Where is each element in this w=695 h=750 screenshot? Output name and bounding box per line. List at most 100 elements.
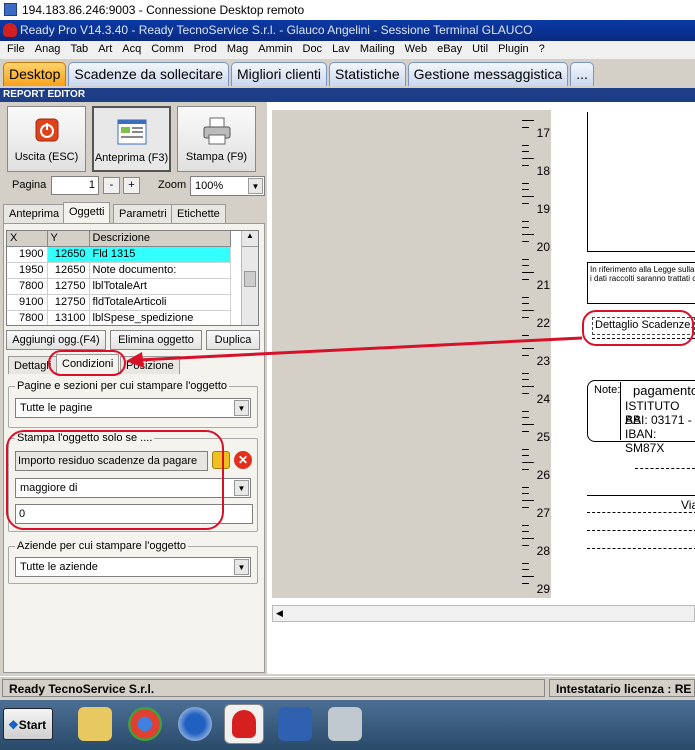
col-descrizione[interactable]: Descrizione — [89, 231, 231, 247]
cell-x: 9100 — [7, 294, 48, 311]
menu-prod[interactable]: Prod — [189, 41, 222, 59]
menu-mag[interactable]: Mag — [222, 41, 253, 59]
tab-messaggistica[interactable]: Gestione messaggistica — [407, 62, 569, 86]
arrow-left-icon[interactable]: ◀ — [276, 608, 283, 619]
page-input[interactable]: 1 — [51, 176, 99, 195]
remote-desktop-icon — [4, 3, 17, 16]
table-row[interactable]: 1900 12650 Fld 1315 — [7, 246, 231, 263]
preview-button[interactable]: Anteprima (F3) — [92, 106, 171, 172]
print-button[interactable]: Stampa (F9) — [177, 106, 256, 172]
scroll-thumb[interactable] — [244, 271, 256, 287]
menu-mailing[interactable]: Mailing — [355, 41, 400, 59]
menu-ebay[interactable]: eBay — [432, 41, 467, 59]
divider — [587, 495, 695, 496]
chevron-down-icon[interactable]: ▼ — [234, 559, 249, 575]
chevron-down-icon[interactable]: ▼ — [234, 480, 249, 496]
col-x[interactable]: X — [7, 231, 48, 247]
status-license: Intestatario licenza : RE — [549, 679, 695, 697]
divider — [587, 530, 695, 531]
table-row[interactable]: 1950 12650 Note documento: — [7, 262, 231, 279]
grid-scrollbar[interactable]: ▲ — [241, 231, 258, 325]
power-icon — [32, 117, 62, 145]
ruler-label: 19 — [536, 202, 550, 216]
add-object-button[interactable]: Aggiungi ogg.(F4) — [6, 330, 106, 350]
ruler-label: 22 — [536, 316, 550, 330]
thunderbird-icon[interactable] — [178, 707, 212, 741]
companies-select[interactable]: Tutte le aziende ▼ — [15, 557, 251, 577]
menu-ammin[interactable]: Ammin — [253, 41, 297, 59]
remote-desktop-taskbar-icon[interactable] — [278, 707, 312, 741]
pages-value: Tutte le pagine — [20, 402, 93, 414]
app-titlebar: Ready Pro V14.3.40 - Ready TecnoService … — [0, 20, 695, 41]
tab-desktop[interactable]: Desktop — [3, 62, 67, 86]
arrow-up-icon[interactable]: ▲ — [242, 231, 258, 247]
privacy-textbox[interactable]: In riferimento alla Legge sulla privacy … — [587, 262, 695, 304]
menu-acq[interactable]: Acq — [117, 41, 146, 59]
ready-pro-icon[interactable] — [224, 704, 264, 744]
page-next-button[interactable]: + — [123, 177, 140, 194]
chevron-down-icon[interactable]: ▼ — [234, 400, 249, 416]
ruler-label: 20 — [536, 240, 550, 254]
chrome-icon[interactable] — [128, 707, 162, 741]
menu-comm[interactable]: Comm — [146, 41, 188, 59]
tab-scadenze[interactable]: Scadenze da sollecitare — [68, 62, 230, 86]
ruler-label: 18 — [536, 164, 550, 178]
cell-desc: lblSpese_spedizione — [89, 310, 231, 325]
menu-doc[interactable]: Doc — [298, 41, 328, 59]
menu-help[interactable]: ? — [534, 41, 550, 59]
start-label: Start — [18, 718, 47, 732]
cell-y: 12750 — [47, 294, 90, 311]
explorer-icon[interactable] — [78, 707, 112, 741]
tab-migliori-clienti[interactable]: Migliori clienti — [231, 62, 328, 86]
privacy-line-2: i dati raccolti saranno trattati con pro… — [590, 274, 695, 283]
network-icon[interactable] — [328, 707, 362, 741]
ruler-label: 28 — [536, 544, 550, 558]
tab-etichette[interactable]: Etichette — [171, 204, 226, 224]
strawberry-icon — [3, 23, 17, 37]
exit-button[interactable]: Uscita (ESC) — [7, 106, 86, 172]
page-prev-button[interactable]: - — [103, 177, 120, 194]
menu-tab[interactable]: Tab — [65, 41, 93, 59]
tab-statistiche[interactable]: Statistiche — [329, 62, 406, 86]
tab-parametri[interactable]: Parametri — [113, 204, 173, 224]
report-editor-header: REPORT EDITOR — [0, 88, 695, 102]
objects-grid[interactable]: X Y Descrizione 1900 12650 Fld 1315 1950 1265… — [6, 230, 259, 326]
menu-anag[interactable]: Anag — [30, 41, 66, 59]
table-row[interactable]: 7800 12750 lblTotaleArt — [7, 278, 231, 295]
printer-icon — [202, 117, 232, 145]
cell-desc: lblTotaleArt — [89, 278, 231, 295]
cell-desc: fldTotaleArticoli — [89, 294, 231, 311]
cell-x: 7800 — [7, 310, 48, 325]
col-y[interactable]: Y — [47, 231, 90, 247]
menu-lav[interactable]: Lav — [327, 41, 355, 59]
menu-file[interactable]: File — [2, 41, 30, 59]
tab-more[interactable]: ... — [570, 62, 594, 86]
horizontal-scrollbar[interactable]: ◀ — [272, 605, 695, 622]
divider — [587, 512, 695, 513]
preview-icon — [117, 118, 147, 146]
start-button[interactable]: ❖Start — [3, 708, 53, 740]
report-section-box[interactable] — [587, 112, 695, 252]
divider — [620, 382, 621, 440]
menu-web[interactable]: Web — [400, 41, 432, 59]
page-label: Pagina — [12, 179, 47, 191]
privacy-line-1: In riferimento alla Legge sulla privacy — [590, 265, 695, 274]
clear-icon[interactable]: ✕ — [234, 451, 252, 469]
table-row[interactable]: 7800 13100 lblSpese_spedizione — [7, 310, 231, 325]
zoom-select[interactable]: 100% ▼ — [190, 176, 265, 196]
menu-art[interactable]: Art — [93, 41, 117, 59]
table-row[interactable]: 9100 12750 fldTotaleArticoli — [7, 294, 231, 311]
tab-oggetti[interactable]: Oggetti — [63, 202, 111, 224]
remote-desktop-titlebar: 194.183.86.246:9003 - Connessione Deskto… — [0, 0, 695, 20]
windows-icon: ❖ — [8, 718, 19, 732]
chevron-down-icon[interactable]: ▼ — [248, 178, 263, 194]
preview-label: Anteprima (F3) — [94, 152, 169, 164]
cell-desc: Note documento: — [89, 262, 231, 279]
tab-anteprima[interactable]: Anteprima — [3, 204, 66, 224]
notes-label: Note: — [594, 384, 621, 396]
ruler-label: 27 — [536, 506, 550, 520]
zoom-value: 100% — [195, 180, 224, 192]
menu-util[interactable]: Util — [467, 41, 493, 59]
menu-plugin[interactable]: Plugin — [493, 41, 534, 59]
pages-select[interactable]: Tutte le pagine ▼ — [15, 398, 251, 418]
